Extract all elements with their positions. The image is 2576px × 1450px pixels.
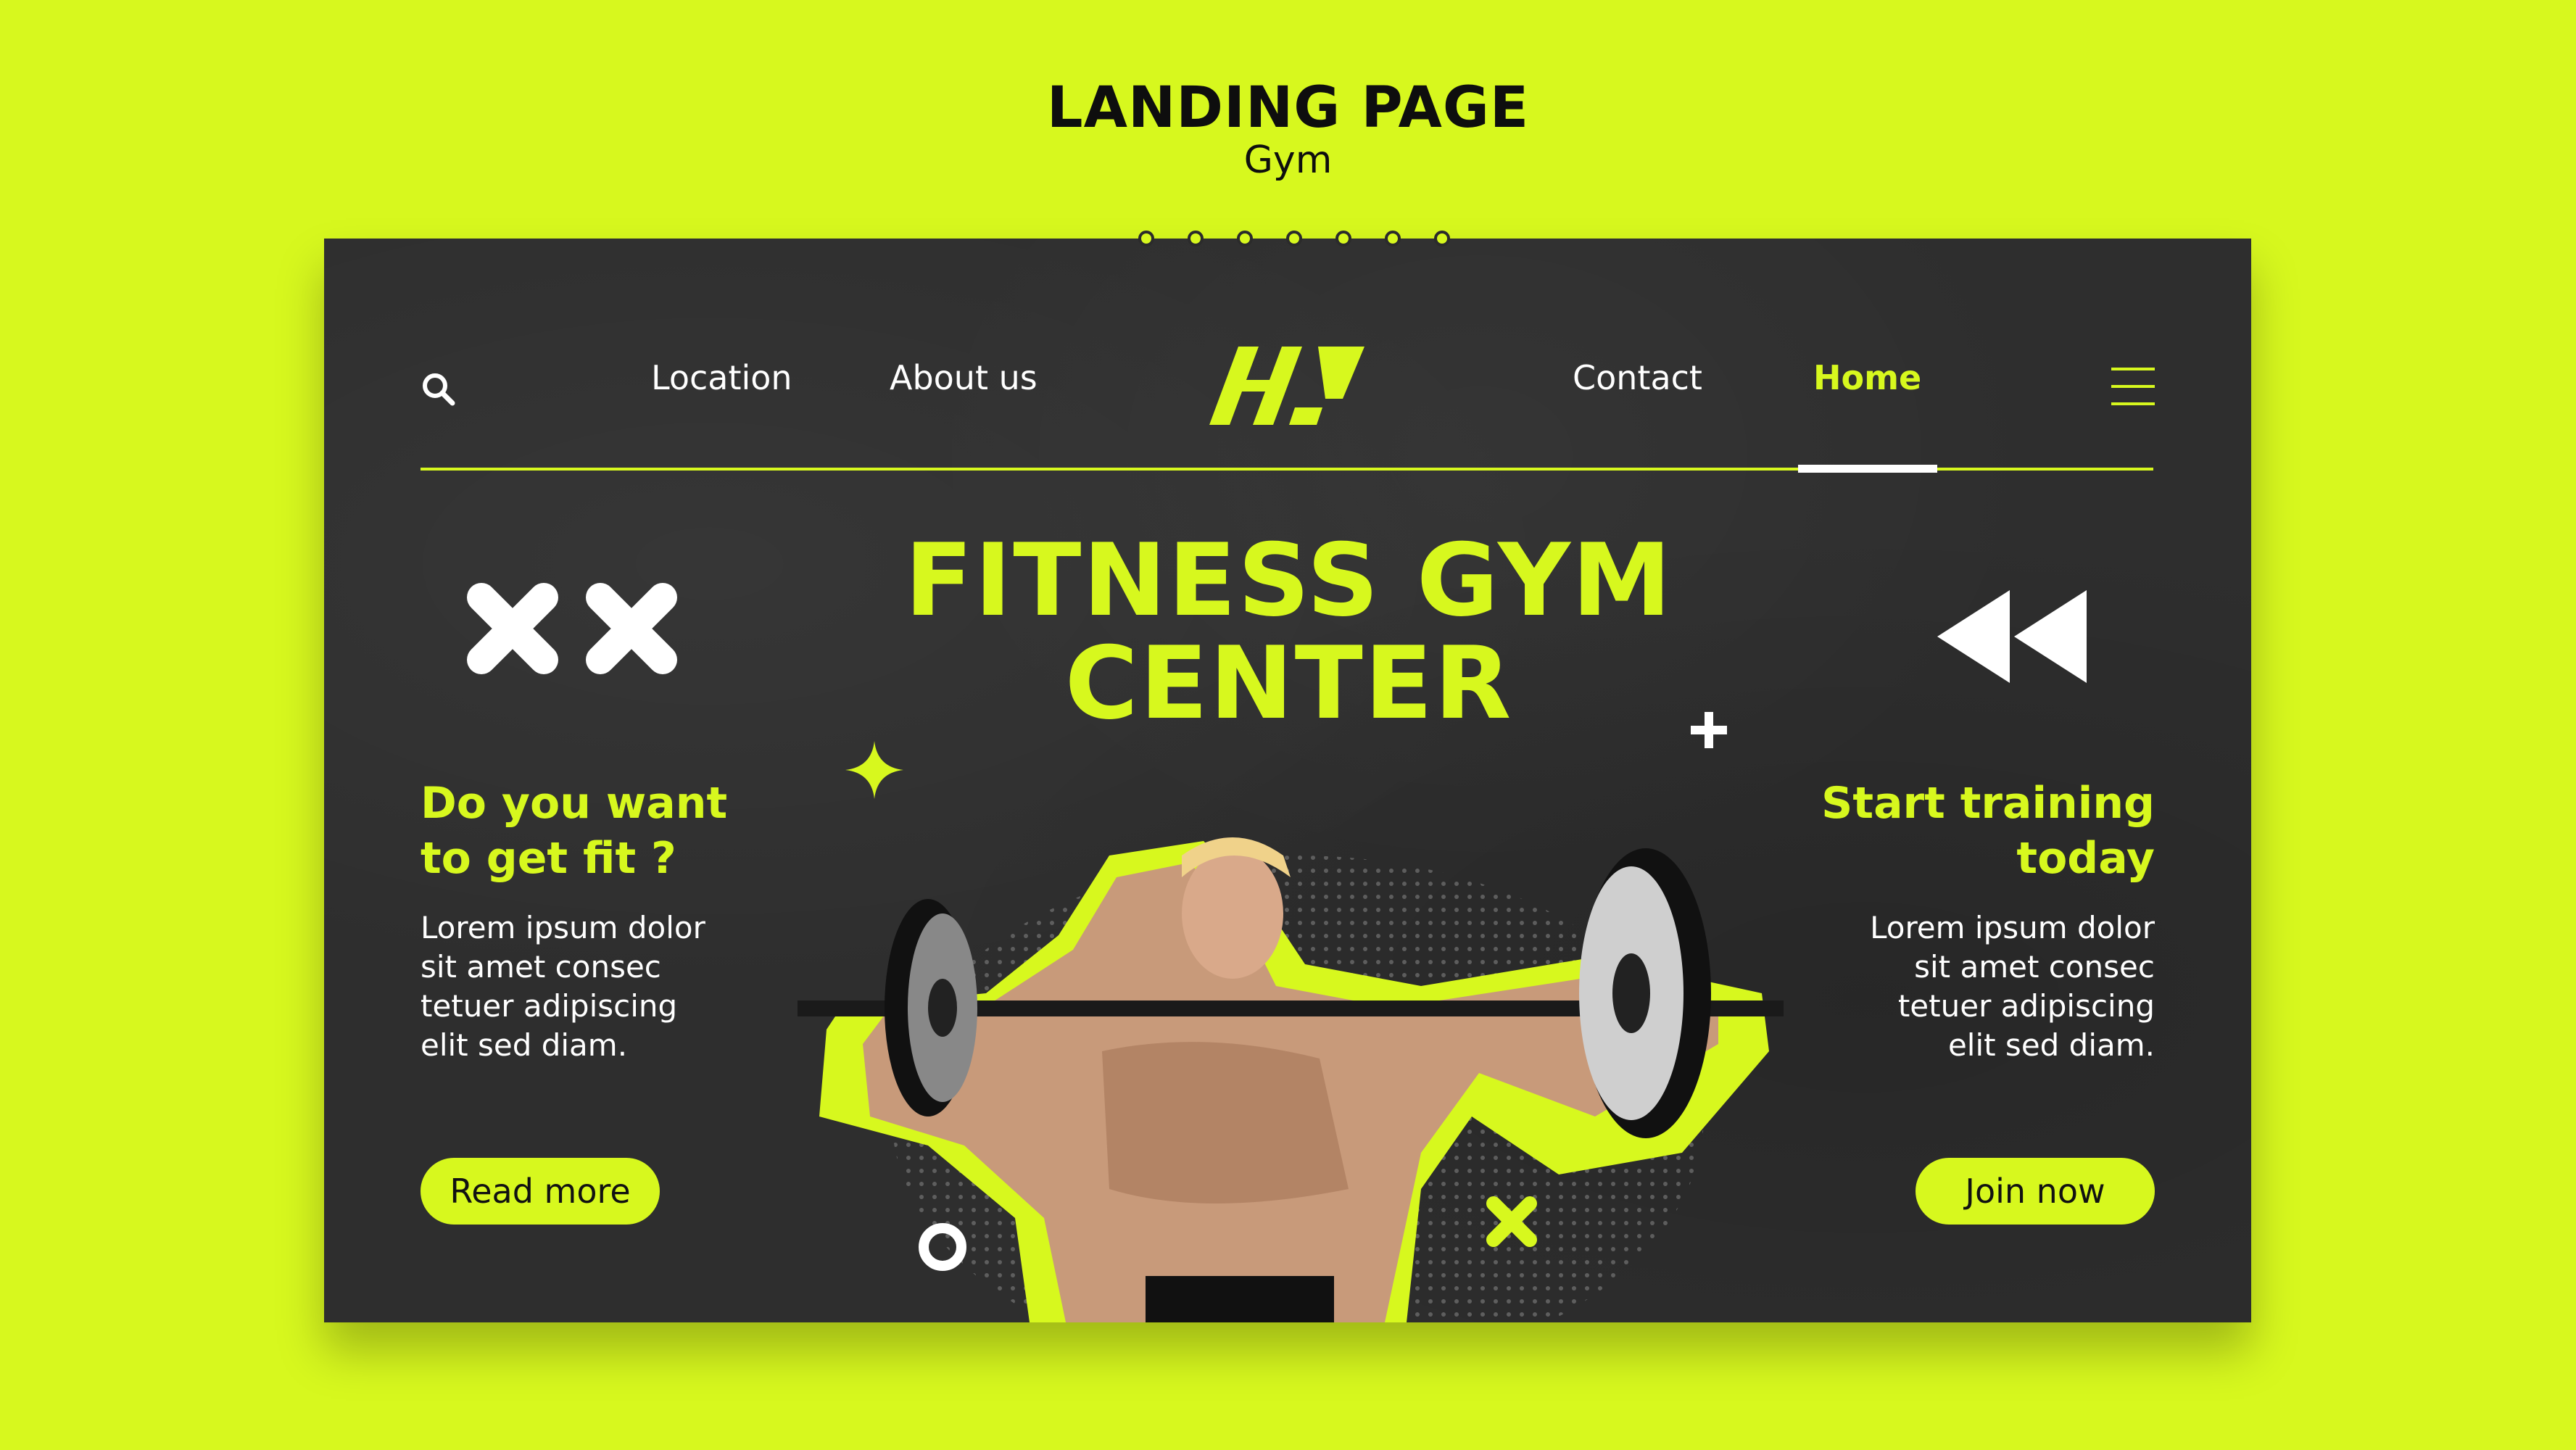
hero-title: FITNESS GYM CENTER	[725, 529, 1852, 735]
left-body-line: Lorem ipsum dolor	[421, 910, 705, 945]
binding-ring	[1335, 231, 1351, 246]
right-heading-line1: Start training	[1821, 778, 2155, 829]
left-body-line: tetuer adipiscing	[421, 988, 678, 1024]
hero-athlete-image	[798, 812, 1784, 1378]
read-more-button[interactable]: Read more	[421, 1158, 660, 1225]
right-heading: Start training today	[1776, 776, 2155, 886]
right-body-line: elit sed diam.	[1947, 1027, 2155, 1063]
right-body-line: sit amet consec	[1914, 949, 2155, 985]
binding-ring	[1237, 231, 1253, 246]
page-header-title: LANDING PAGE	[1046, 75, 1530, 141]
plus-icon	[1691, 712, 1727, 748]
rewind-icon	[1937, 590, 2090, 683]
nav-home[interactable]: Home	[1813, 361, 1921, 394]
binding-ring	[1385, 231, 1401, 246]
left-heading-line2: to get fit ?	[421, 833, 676, 884]
hero-title-line1: FITNESS GYM	[904, 522, 1673, 639]
nav-location[interactable]: Location	[651, 361, 792, 394]
nav-about-us[interactable]: About us	[890, 361, 1038, 394]
right-body-text: Lorem ipsum dolor sit amet consec tetuer…	[1776, 908, 2155, 1065]
right-body-line: Lorem ipsum dolor	[1870, 910, 2155, 945]
left-heading: Do you want to get fit ?	[421, 776, 727, 886]
nav-contact[interactable]: Contact	[1573, 361, 1702, 394]
sparkle-icon	[845, 741, 903, 799]
left-body-line: elit sed diam.	[421, 1027, 628, 1063]
cross-mark-icon	[467, 583, 558, 674]
hero-title-line2: CENTER	[1064, 625, 1513, 742]
left-body-line: sit amet consec	[421, 949, 661, 985]
cross-mark-icon	[586, 583, 677, 674]
nav-active-indicator	[1798, 465, 1937, 473]
join-now-button[interactable]: Join now	[1916, 1158, 2155, 1225]
binding-ring	[1188, 231, 1204, 246]
binding-ring	[1434, 231, 1450, 246]
right-heading-line2: today	[2016, 833, 2155, 884]
binding-ring	[1138, 231, 1154, 246]
spiral-binding	[1138, 231, 1450, 252]
hamburger-menu-icon[interactable]	[2111, 365, 2155, 408]
left-body-text: Lorem ipsum dolor sit amet consec tetuer…	[421, 908, 705, 1065]
page-header-subtitle: Gym	[1243, 138, 1333, 182]
logo-icon[interactable]	[1209, 347, 1364, 425]
search-icon[interactable]	[421, 371, 457, 407]
left-heading-line1: Do you want	[421, 778, 728, 829]
right-body-line: tetuer adipiscing	[1897, 988, 2155, 1024]
binding-ring	[1286, 231, 1302, 246]
